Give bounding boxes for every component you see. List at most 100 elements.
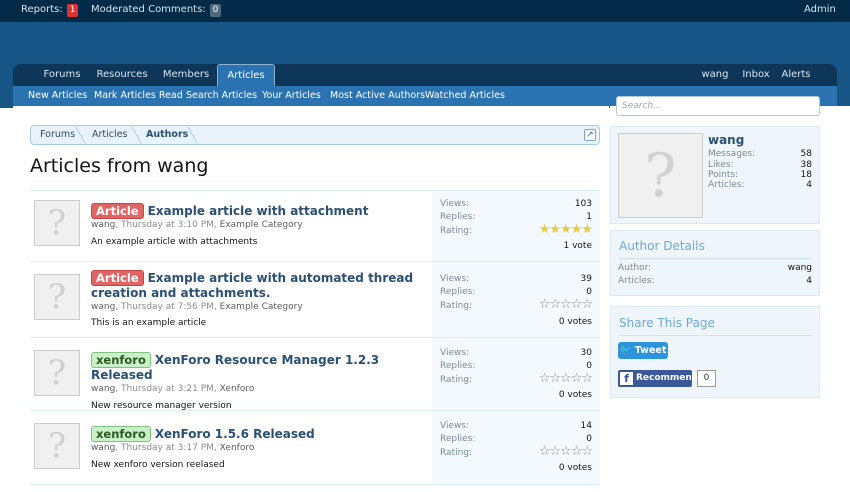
article-author-link[interactable]: wang <box>91 220 115 230</box>
profile-stat-label: Articles: <box>708 180 745 190</box>
alerts-link[interactable]: Alerts <box>779 64 813 86</box>
author-detail-value[interactable]: wang <box>788 263 812 273</box>
jump-to-icon[interactable]: ↗ <box>584 129 596 141</box>
question-avatar-icon[interactable]: ? <box>34 274 80 320</box>
article-title-link[interactable]: Example article with attachment <box>148 204 369 218</box>
article-stats: Views: 30 Replies: 0 Rating: ☆☆☆☆☆ 0 vot… <box>432 338 600 410</box>
tab-resources[interactable]: Resources <box>93 64 151 86</box>
article-author-link[interactable]: wang <box>91 443 115 453</box>
subnav-your-articles[interactable]: Your Articles <box>262 90 321 101</box>
star-icon[interactable]: ☆ <box>549 444 561 459</box>
question-avatar-icon[interactable]: ? <box>34 200 80 246</box>
star-icon[interactable]: ☆ <box>549 371 561 386</box>
article-description: This is an example article <box>91 318 207 328</box>
reports-link[interactable]: Reports: 1 <box>21 4 79 17</box>
star-icon[interactable]: ☆ <box>571 444 583 459</box>
star-icon[interactable]: ★ <box>581 222 593 237</box>
inbox-link[interactable]: Inbox <box>739 64 773 86</box>
star-icon[interactable]: ☆ <box>581 444 593 459</box>
views-value: 39 <box>580 274 592 284</box>
share-page-heading: Share This Page <box>619 316 715 330</box>
account-link-wang[interactable]: wang <box>697 64 733 86</box>
star-icon[interactable]: ☆ <box>549 297 561 312</box>
recommend-count: 0 <box>697 370 716 387</box>
star-icon[interactable]: ★ <box>560 222 572 237</box>
star-icon[interactable]: ★ <box>539 222 551 237</box>
subnav-new-articles[interactable]: New Articles <box>28 90 87 101</box>
profile-username-link[interactable]: wang <box>708 133 744 147</box>
tab-members[interactable]: Members <box>157 64 215 86</box>
replies-label: Replies: <box>440 287 476 297</box>
moderated-comments-link[interactable]: Moderated Comments: 0 <box>91 4 222 17</box>
article-title-link[interactable]: XenForo 1.5.6 Released <box>155 427 315 441</box>
star-rating[interactable]: ☆☆☆☆☆ <box>539 371 593 386</box>
profile-stat-label: Likes: <box>708 160 734 170</box>
question-avatar-icon[interactable]: ? <box>34 423 80 469</box>
profile-stat-label: Points: <box>708 170 739 180</box>
article-category-link[interactable]: Xenforo <box>220 443 255 453</box>
profile-stat: Likes: 38 <box>708 160 812 170</box>
article-description: An example article with attachments <box>91 237 258 247</box>
reports-label: Reports: <box>21 4 63 15</box>
article-author-link[interactable]: wang <box>91 302 115 312</box>
author-detail-row: Articles: 4 <box>618 276 812 286</box>
facebook-recommend-button[interactable]: f Recommend <box>618 370 698 387</box>
article-category-link[interactable]: Example Category <box>220 302 303 312</box>
question-avatar-icon[interactable]: ? <box>618 133 703 218</box>
star-rating[interactable]: ☆☆☆☆☆ <box>539 297 593 312</box>
article-stats: Views: 14 Replies: 0 Rating: ☆☆☆☆☆ 0 vot… <box>432 411 600 484</box>
twitter-bird-icon: 🐦 <box>619 345 632 356</box>
star-icon[interactable]: ★ <box>571 222 583 237</box>
author-detail-value: 4 <box>806 276 812 286</box>
votes-count: 0 votes <box>558 463 592 473</box>
star-icon[interactable]: ☆ <box>560 297 572 312</box>
star-rating[interactable]: ★★★★★ <box>539 222 593 237</box>
replies-value: 0 <box>586 287 592 297</box>
subnav-search-articles[interactable]: Search Articles <box>186 90 257 101</box>
subnav-most-active-authors[interactable]: Most Active Authors <box>330 90 425 101</box>
search-input[interactable]: Search... <box>616 96 820 116</box>
admin-link[interactable]: Admin <box>804 4 836 15</box>
question-avatar-icon[interactable]: ? <box>34 350 80 396</box>
profile-stat-value: 38 <box>800 160 812 170</box>
star-icon[interactable]: ☆ <box>571 371 583 386</box>
article-prefix-badge[interactable]: xenforo <box>91 352 151 368</box>
article-stats: Views: 103 Replies: 1 Rating: ★★★★★ 1 vo… <box>432 191 600 261</box>
replies-label: Replies: <box>440 434 476 444</box>
star-icon[interactable]: ☆ <box>539 444 551 459</box>
votes-count: 0 votes <box>558 317 592 327</box>
article-category-link[interactable]: Example Category <box>220 220 303 230</box>
subnav-watched-articles[interactable]: Watched Articles <box>425 90 505 101</box>
profile-stat: Points: 18 <box>708 170 812 180</box>
tab-forums[interactable]: Forums <box>37 64 87 86</box>
author-detail-label: Author: <box>618 263 652 273</box>
divider <box>619 258 811 259</box>
star-icon[interactable]: ☆ <box>581 371 593 386</box>
article-date: Thursday at 3:10 PM <box>121 220 214 230</box>
subnav-mark-articles-read[interactable]: Mark Articles Read <box>94 90 183 101</box>
tweet-button[interactable]: 🐦 Tweet <box>618 342 668 359</box>
article-author-link[interactable]: wang <box>91 384 115 394</box>
star-icon[interactable]: ★ <box>549 222 561 237</box>
replies-label: Replies: <box>440 361 476 371</box>
star-icon[interactable]: ☆ <box>539 371 551 386</box>
article-category-link[interactable]: Xenforo <box>220 384 255 394</box>
star-rating[interactable]: ☆☆☆☆☆ <box>539 444 593 459</box>
article-prefix-badge[interactable]: Article <box>91 270 144 286</box>
star-icon[interactable]: ☆ <box>560 371 572 386</box>
page-title: Articles from wang <box>30 155 209 177</box>
star-icon[interactable]: ☆ <box>539 297 551 312</box>
profile-stat-label: Messages: <box>708 149 756 159</box>
profile-stat-value: 18 <box>800 170 812 180</box>
star-icon[interactable]: ☆ <box>560 444 572 459</box>
article-row: ? Article Example article with attachment… <box>30 191 600 262</box>
breadcrumb: Forums Articles Authors ↗ <box>30 125 600 145</box>
star-icon[interactable]: ☆ <box>581 297 593 312</box>
tab-articles[interactable]: Articles <box>217 64 275 86</box>
article-prefix-badge[interactable]: Article <box>91 203 144 219</box>
star-icon[interactable]: ☆ <box>571 297 583 312</box>
article-prefix-badge[interactable]: xenforo <box>91 426 151 442</box>
rating-label: Rating: <box>440 226 473 236</box>
rating-label: Rating: <box>440 448 473 458</box>
moderated-comments-count-badge: 0 <box>209 4 222 17</box>
